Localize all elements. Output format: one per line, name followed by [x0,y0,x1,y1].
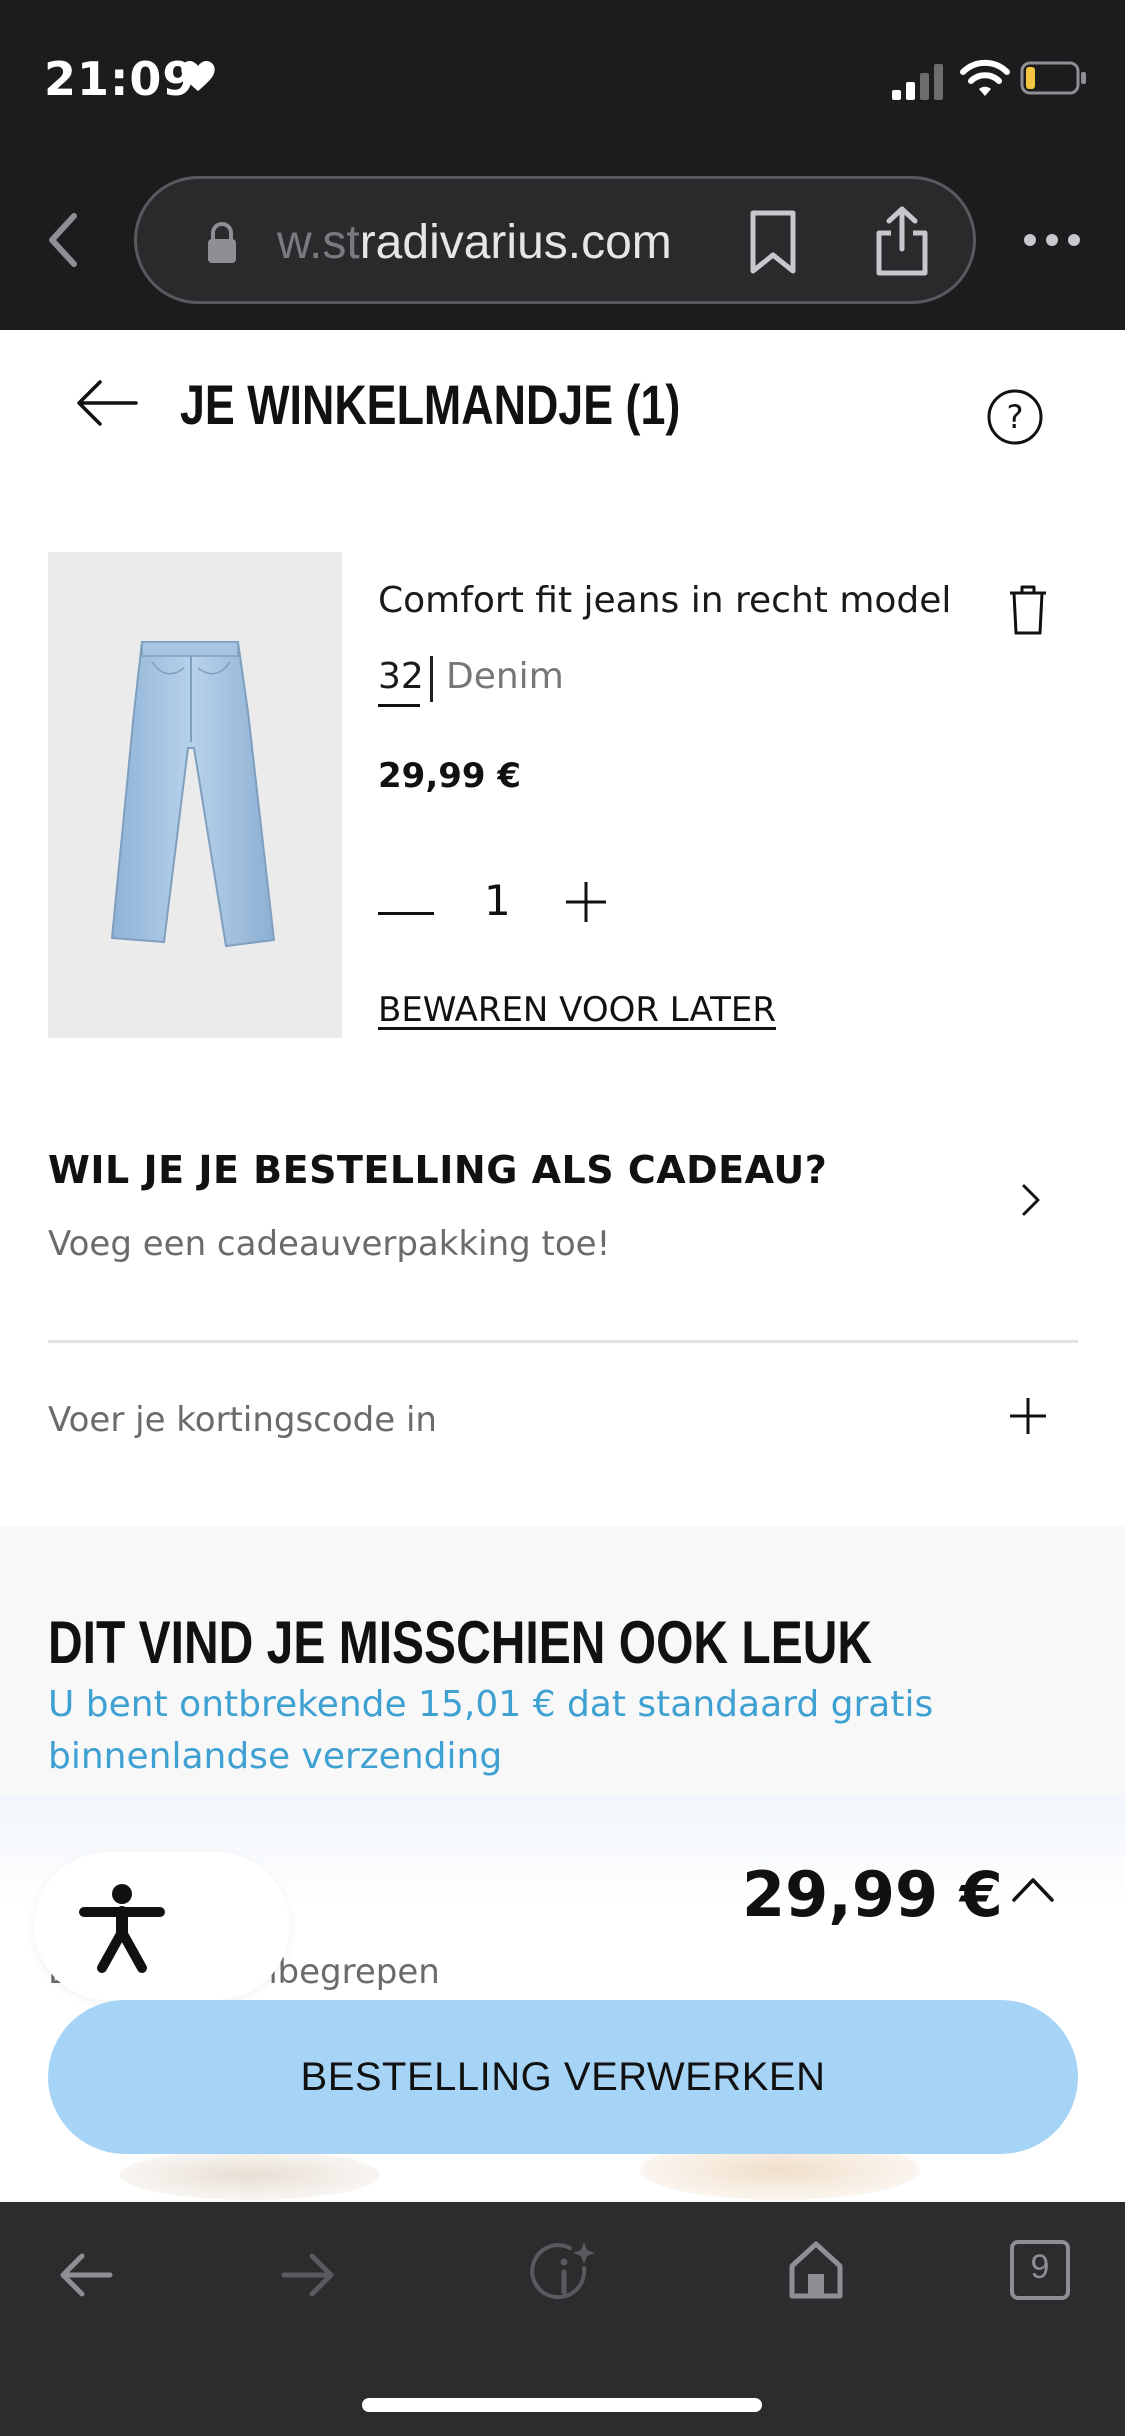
free-shipping-message-line2: binnenlandse verzending [48,1736,503,1777]
status-time: 21:09 [44,52,196,106]
save-for-later-link[interactable]: BEWAREN VOOR LATER [378,990,776,1030]
gift-subtitle[interactable]: Voeg een cadeauverpakking toe! [48,1224,610,1264]
product-price: 29,99 € [378,756,522,796]
plus-icon[interactable] [1008,1396,1048,1436]
arrow-left-icon[interactable] [74,370,140,436]
arrow-left-icon[interactable] [58,2250,114,2300]
product-name[interactable]: Comfort fit jeans in recht model [378,580,951,621]
url-domain-text: radivarius.com [359,216,672,269]
browser-top-bar: 21:09 w.stradivarius.com [0,0,1125,330]
product-color: Denim [446,656,564,697]
accessibility-button[interactable] [34,1852,290,2000]
size-color-divider [430,656,433,702]
gift-title[interactable]: WIL JE JE BESTELLING ALS CADEAU? [48,1148,827,1192]
info-sparkle-icon[interactable] [528,2238,600,2310]
cart-page: 21:09 w.stradivarius.com JE WINKELMANDJE… [0,0,1125,2436]
checkout-button-label: BESTELLING VERWERKEN [300,2054,826,2099]
home-indicator[interactable] [362,2398,762,2412]
product-size[interactable]: 32 [378,656,424,697]
jeans-illustration [110,641,276,948]
recommendations-title: DIT VIND JE MISSCHIEN OOK LEUK [48,1609,873,1676]
trash-icon[interactable] [1008,584,1048,636]
order-total: 29,99 € [742,1858,1003,1931]
chevron-left-icon[interactable] [40,210,86,270]
free-shipping-message-line1: U bent ontbrekende 15,01 € dat standaard… [48,1684,934,1725]
tabs-button[interactable]: 9 [1010,2240,1070,2300]
tabs-count: 9 [1030,2248,1050,2286]
svg-text:?: ? [1007,398,1024,436]
share-icon[interactable] [873,205,931,277]
cellular-signal-icon [892,64,943,100]
arrow-right-icon[interactable] [280,2250,336,2300]
discount-code-label[interactable]: Voer je kortingscode in [48,1400,437,1440]
quantity-decrease-button[interactable] [378,912,434,915]
size-underline [378,704,420,707]
quantity-increase-button[interactable] [564,880,608,924]
vat-note: nbegrepen [256,1952,440,1992]
lock-icon [208,222,236,263]
help-question-icon[interactable]: ? [986,388,1044,446]
more-dots-icon[interactable] [1022,232,1082,248]
checkout-button[interactable]: BESTELLING VERWERKEN [48,2000,1078,2154]
jeans-product-image[interactable] [48,552,342,1038]
wifi-icon [960,59,1010,96]
bookmark-icon[interactable] [747,209,799,275]
url-text: w.stradivarius.com [277,215,672,270]
accessibility-person-icon [79,1884,165,1973]
blurred-product-thumbnail [120,2150,380,2200]
url-faded-text: w.st [277,216,360,269]
battery-low-icon [1020,61,1086,95]
quantity-value: 1 [484,876,511,925]
address-bar[interactable]: w.stradivarius.com [134,176,976,304]
page-title: JE WINKELMANDJE (1) [180,373,681,436]
chevron-up-icon[interactable] [1008,1872,1058,1906]
section-divider [48,1340,1078,1343]
heart-icon [181,61,215,91]
home-icon[interactable] [788,2240,844,2300]
chevron-right-icon[interactable] [1016,1180,1046,1220]
